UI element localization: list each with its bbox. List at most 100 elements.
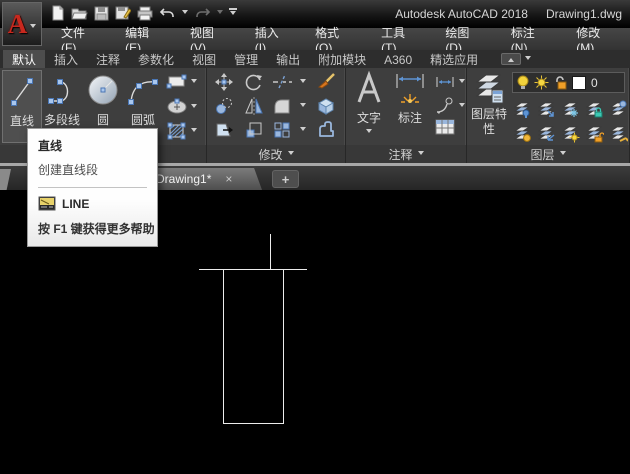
text-tool-button[interactable]: 文字 [350,70,388,143]
app-menu-dropdown-icon [30,23,37,31]
ribbon-minimize-icon [501,53,522,65]
hatch-icon [167,122,186,140]
rotate-icon [245,74,262,91]
drawn-line [283,270,284,424]
scale-tool-button[interactable] [243,119,265,141]
ribbon-tab-manage[interactable]: 管理 [225,50,267,68]
close-tab-icon[interactable]: × [225,173,232,185]
fillet-dropdown-icon[interactable] [300,103,306,110]
app-title: Autodesk AutoCAD 2018 [395,7,528,21]
save-as-icon[interactable] [115,5,131,21]
layer-lock-icon[interactable] [584,99,604,119]
region-icon [319,121,334,137]
plot-icon[interactable] [137,6,153,21]
array-tool-button[interactable] [271,119,293,141]
menu-bar: 文件(F) 编辑(E) 视图(V) 插入(I) 格式(O) 工具(T) 绘图(D… [0,26,630,55]
panel-modify: 修改 [207,68,346,163]
rectangle-tool-button[interactable] [166,74,197,90]
current-layer-name: 0 [591,75,598,90]
new-file-icon[interactable] [50,5,65,21]
tooltip-help: 按 F1 键获得更多帮助 [38,222,155,236]
text-tool-label: 文字 [356,111,381,125]
leader-dropdown-icon[interactable] [459,102,465,110]
tooltip-command: LINE [62,196,90,211]
text-dropdown-icon[interactable] [366,129,372,136]
ribbon-tab-output[interactable]: 输出 [267,50,309,68]
application-menu-button[interactable]: A [2,2,42,46]
layer-match-icon[interactable] [608,99,628,119]
plus-icon: + [281,171,290,187]
ribbon-tab-annotate[interactable]: 注释 [87,50,129,68]
ribbon-tab-a360[interactable]: A360 [375,50,421,68]
ellipse-tool-button[interactable] [166,98,197,116]
panel-layers-label: 图层 [530,147,555,162]
fillet-tool-button[interactable] [271,95,293,117]
redo-dropdown-icon[interactable] [217,9,223,17]
ribbon-tab-parametric[interactable]: 参数化 [129,50,183,68]
copy-tool-button[interactable] [213,95,235,117]
layer-isolate-icon[interactable] [512,99,532,119]
rotate-tool-button[interactable] [243,71,265,93]
layer-tools-row-1 [512,99,628,119]
layer-properties-icon [475,74,504,104]
save-icon[interactable] [94,6,109,21]
match-properties-button[interactable] [315,71,337,93]
table-icon [435,119,455,135]
dimension-icon [396,74,424,103]
explode-tool-button[interactable] [315,95,337,117]
open-file-icon[interactable] [71,5,88,21]
layer-merge-icon[interactable] [608,123,628,143]
move-tool-button[interactable] [213,71,235,93]
panel-modify-label-row[interactable]: 修改 [207,145,345,163]
hatch-dropdown-icon[interactable] [191,127,197,135]
panel-annotate-label-row[interactable]: 注释 [346,145,466,163]
new-drawing-tab-button[interactable]: + [272,170,299,188]
redo-icon[interactable] [194,6,211,20]
tooltip-divider [38,187,147,188]
dimension-tool-label: 标注 [397,111,422,125]
layer-off-icon[interactable] [512,123,532,143]
dimension-tool-button[interactable]: 标注 [390,70,430,143]
leader-button[interactable] [434,97,465,115]
ribbon-tab-insert[interactable]: 插入 [45,50,87,68]
mirror-icon [245,97,263,115]
ribbon-tab-home[interactable]: 默认 [3,50,46,68]
layer-on-bulb-icon [517,75,529,89]
undo-icon[interactable] [159,6,176,20]
stretch-tool-button[interactable] [213,119,235,141]
layer-thaw-icon[interactable] [560,123,580,143]
ribbon-minimize-button[interactable] [501,50,532,68]
layer-properties-button[interactable]: 图层特性 [469,70,509,143]
autocad-window: Autodesk AutoCAD 2018 Drawing1.dwg A 文件(… [0,0,630,474]
undo-dropdown-icon[interactable] [182,9,188,17]
layer-freeze-icon[interactable] [560,99,580,119]
customize-toolbar-icon[interactable] [229,8,237,18]
start-tab-fragment[interactable] [0,169,11,190]
hatch-tool-button[interactable] [166,121,197,141]
ribbon-tab-view[interactable]: 视图 [183,50,225,68]
drawn-line [199,269,307,270]
quick-access-toolbar [50,5,237,21]
panel-modify-label: 修改 [258,147,283,162]
circle-tool-label: 圆 [96,113,109,127]
ribbon-tab-addins[interactable]: 附加模块 [309,50,375,68]
ellipse-dropdown-icon[interactable] [191,103,197,111]
move-icon [215,73,233,91]
rectangle-dropdown-icon[interactable] [191,78,197,86]
trim-dropdown-icon[interactable] [300,79,306,86]
panel-layers-label-row[interactable]: 图层 [467,145,629,163]
ribbon-tab-featured-apps[interactable]: 精选应用 [421,50,487,68]
region-tool-button[interactable] [315,119,337,141]
linear-dimension-dropdown-icon[interactable] [459,78,465,86]
rectangle-icon [166,74,187,89]
layer-make-current-icon[interactable] [536,99,556,119]
layer-previous-icon[interactable] [536,123,556,143]
array-dropdown-icon[interactable] [300,127,306,134]
linear-dimension-button[interactable] [434,75,465,89]
tooltip-title: 直线 [38,139,63,153]
table-button[interactable] [434,118,456,136]
layer-select-dropdown[interactable]: 0 [512,72,625,93]
layer-unlock-tool-icon[interactable] [584,123,604,143]
trim-tool-button[interactable] [271,71,293,93]
mirror-tool-button[interactable] [243,95,265,117]
